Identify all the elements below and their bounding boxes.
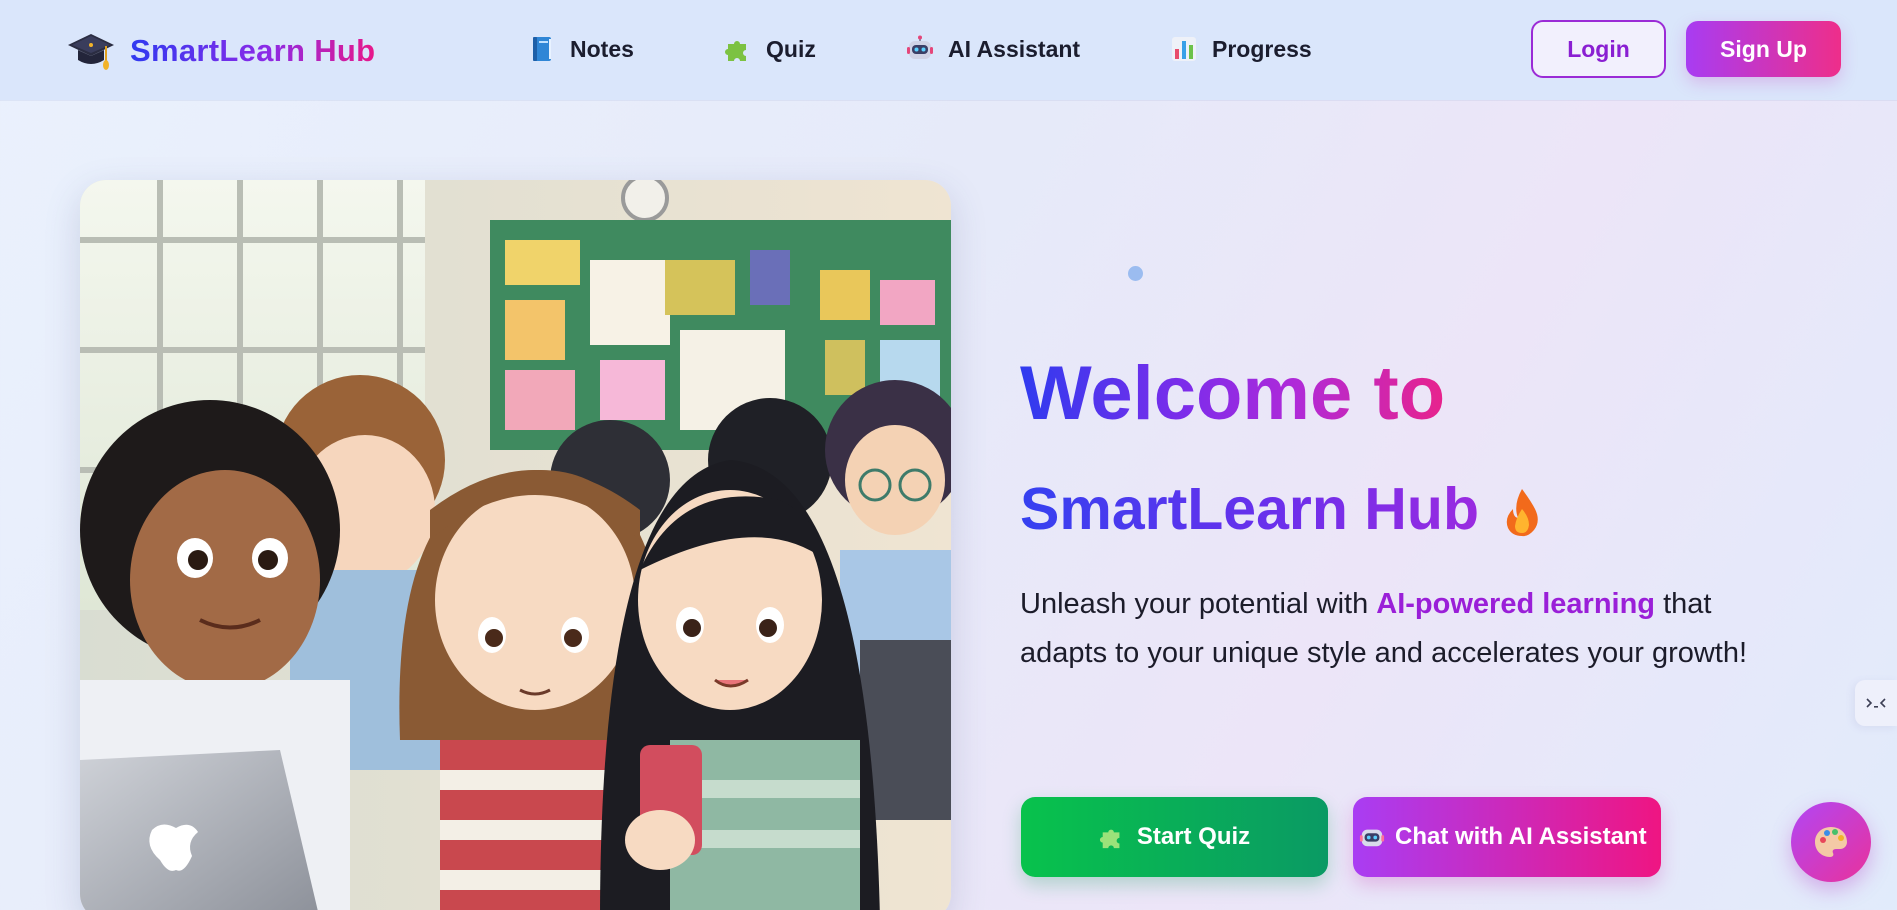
hero-description-part1: Unleash your potential with — [1020, 588, 1377, 620]
puzzle-piece-icon — [1099, 829, 1120, 849]
collapse-arrows-icon — [1866, 698, 1886, 708]
start-quiz-button[interactable]: Start Quiz — [1021, 797, 1328, 877]
palette-icon — [1815, 827, 1847, 857]
nav-item-notes[interactable]: Notes — [528, 30, 634, 68]
nav-label-notes: Notes — [570, 35, 634, 62]
signup-button[interactable]: Sign Up — [1686, 21, 1841, 77]
brand-name: SmartLearn Hub — [130, 33, 376, 68]
brand-logo[interactable]: SmartLearn Hub — [66, 28, 375, 74]
robot-icon — [907, 35, 933, 59]
puzzle-piece-icon — [725, 41, 746, 61]
login-button[interactable]: Login — [1531, 20, 1666, 78]
nav-item-quiz[interactable]: Quiz — [724, 30, 816, 68]
chat-ai-assistant-label: Chat with AI Assistant — [1395, 823, 1647, 850]
nav-item-progress[interactable]: Progress — [1170, 30, 1312, 68]
hero-description-highlight: AI-powered learning — [1376, 588, 1656, 620]
theme-palette-button[interactable] — [1791, 802, 1871, 882]
hero-description: Unleash your potential with AI-powered l… — [1020, 580, 1760, 678]
hero-illustration — [80, 180, 951, 910]
side-panel-tab[interactable] — [1855, 680, 1897, 726]
top-navbar: SmartLearn Hub Notes Quiz AI Assistant P… — [0, 0, 1897, 100]
hero-title-welcome: Welcome to — [1020, 351, 1446, 436]
nav-label-ai-assistant: AI Assistant — [948, 35, 1081, 62]
bar-chart-icon — [1172, 37, 1196, 61]
chat-ai-assistant-button[interactable]: Chat with AI Assistant — [1353, 797, 1661, 877]
start-quiz-label: Start Quiz — [1136, 823, 1251, 850]
nav-label-progress: Progress — [1212, 35, 1312, 62]
blue-book-icon — [533, 37, 551, 61]
nav-item-ai-assistant[interactable]: AI Assistant — [906, 30, 1080, 68]
nav-label-quiz: Quiz — [766, 35, 816, 62]
robot-icon — [1359, 829, 1385, 847]
fire-icon — [1506, 489, 1538, 537]
hero-title-brand: SmartLearn Hub — [1020, 476, 1479, 542]
graduation-cap-icon — [68, 34, 114, 70]
decorative-dot — [1128, 266, 1143, 281]
hero-title-brand-row: SmartLearn Hub — [1020, 474, 1543, 544]
classroom-students-illustration — [80, 180, 951, 910]
